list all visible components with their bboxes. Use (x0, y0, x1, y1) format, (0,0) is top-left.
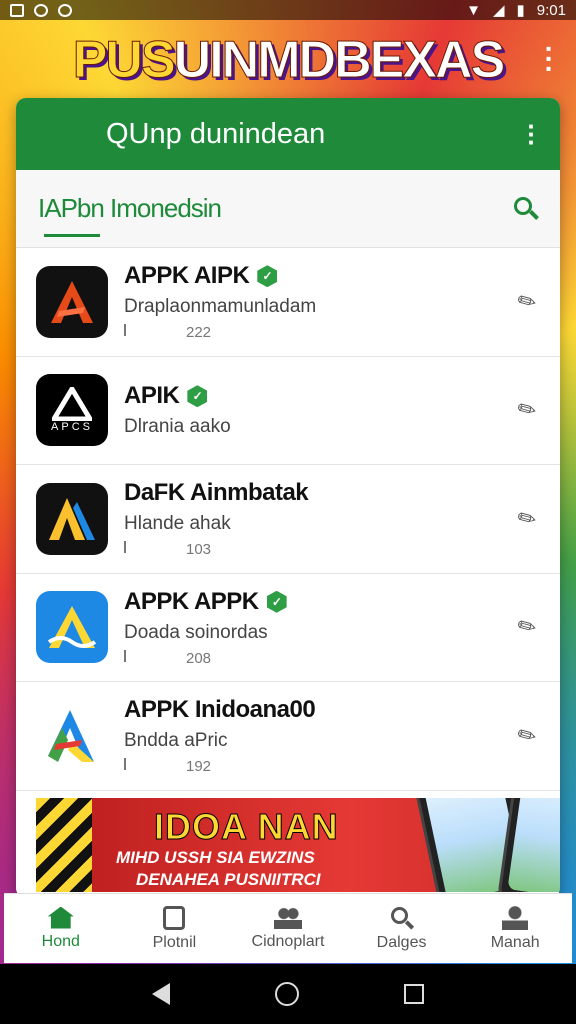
app-meta: 192 (124, 758, 518, 775)
nav-item-community[interactable]: Cidnoplart (231, 894, 345, 963)
verified-badge-icon: ✓ (187, 385, 208, 408)
list-item[interactable]: APPK Inidoana00 Bndda aPric 192 ✎ (16, 682, 560, 791)
app-icon (36, 265, 108, 338)
notification-icon (10, 3, 24, 17)
nav-item-profile[interactable]: Plotnil (118, 894, 232, 963)
card-menu-icon[interactable]: · · · (527, 113, 536, 155)
promo-line1: MIHD USSH SIA EWZINS (116, 848, 315, 867)
recents-icon[interactable] (403, 984, 424, 1004)
list-item[interactable]: APPK AIPK ✓ Draplaonmamunladam 222 ✎ (16, 248, 560, 357)
app-desc: Draplaonmamunladam (124, 296, 317, 318)
promo-banner[interactable]: IDOA NAN MIHD USSH SIA EWZINS DENAHEA PU… (36, 798, 560, 892)
search-icon (390, 906, 414, 930)
app-icon: APCS (36, 374, 108, 447)
app-desc: Hlande ahak (124, 513, 231, 535)
home-icon (47, 906, 74, 929)
home-button-icon[interactable] (274, 982, 299, 1006)
banner-title: PUSUINMDBEXAS (0, 30, 576, 90)
verified-badge-icon: ✓ (266, 590, 287, 613)
nav-label: Plotnil (152, 933, 197, 951)
tab-indicator (44, 234, 100, 237)
nav-item-search[interactable]: Dalges (345, 894, 459, 963)
box-icon (163, 905, 186, 930)
app-name: APPK AIPK (124, 262, 250, 290)
wifi-icon: ▼ (466, 1, 481, 19)
app-icon-text: APCS (51, 421, 93, 434)
list-item[interactable]: APPK APPK ✓ Doada soinordas 208 ✎ (16, 574, 560, 682)
app-list-card: QUnp dunindean · · · IAPbn Imonedsin APPK … (16, 98, 560, 898)
card-header-title: QUnp dunindean (106, 117, 326, 150)
clock: 9:01 (536, 1, 566, 19)
app-icon (36, 591, 108, 664)
search-bar[interactable]: IAPbn Imonedsin (16, 170, 560, 248)
sync-icon (58, 3, 72, 17)
battery-icon: ▮ (516, 2, 525, 19)
app-meta: 103 (124, 541, 518, 558)
app-icon (36, 482, 108, 555)
app-desc: Dlrania aako (124, 416, 231, 438)
promo-stripe (36, 798, 92, 892)
nav-label: Cidnoplart (251, 932, 325, 950)
app-name: DaFK Ainmbatak (124, 479, 309, 507)
nav-label: Dalges (376, 933, 427, 951)
nav-item-account[interactable]: Manah (458, 894, 572, 963)
banner-title-yellow: PUS (72, 31, 176, 90)
app-icon (34, 3, 48, 17)
app-name: APPK APPK (124, 587, 259, 615)
people-icon (273, 906, 302, 929)
status-bar: ▼ ◢ ▮ 9:01 (0, 0, 576, 20)
person-icon (502, 905, 529, 930)
app-meta: 208 (124, 649, 518, 667)
promo-line2: DENAHEA PUSNIITRCI (136, 870, 321, 889)
list-item[interactable]: APCS APIK ✓ Dlrania aako ✎ (16, 357, 560, 465)
card-header: QUnp dunindean · · · (16, 98, 560, 170)
overflow-menu-icon[interactable]: · · · (545, 35, 554, 83)
search-label: IAPbn Imonedsin (38, 193, 222, 223)
bottom-navigation: Hond Plotnil Cidnoplart Dalges Manah (4, 893, 572, 963)
app-desc: Bndda aPric (124, 730, 228, 752)
promo-headline: IDOA NAN (154, 806, 339, 848)
app-desc: Doada soinordas (124, 621, 268, 643)
verified-badge-icon: ✓ (257, 265, 278, 288)
app-name: APIK (124, 382, 180, 410)
nav-label: Manah (490, 933, 540, 951)
app-name: APPK Inidoana00 (124, 696, 316, 724)
app-meta: 222 (124, 324, 518, 341)
signal-icon: ◢ (492, 2, 505, 19)
system-navigation-bar (0, 964, 576, 1024)
back-icon[interactable] (152, 983, 171, 1005)
nav-item-home[interactable]: Hond (4, 894, 118, 963)
search-icon[interactable] (512, 195, 540, 223)
banner-title-white: UINMDBEXAS (173, 31, 506, 90)
list-item[interactable]: DaFK Ainmbatak Hlande ahak 103 ✎ (16, 465, 560, 574)
app-list: APPK AIPK ✓ Draplaonmamunladam 222 ✎ APCS… (16, 248, 560, 791)
nav-label: Hond (41, 932, 80, 950)
app-icon (36, 699, 108, 772)
